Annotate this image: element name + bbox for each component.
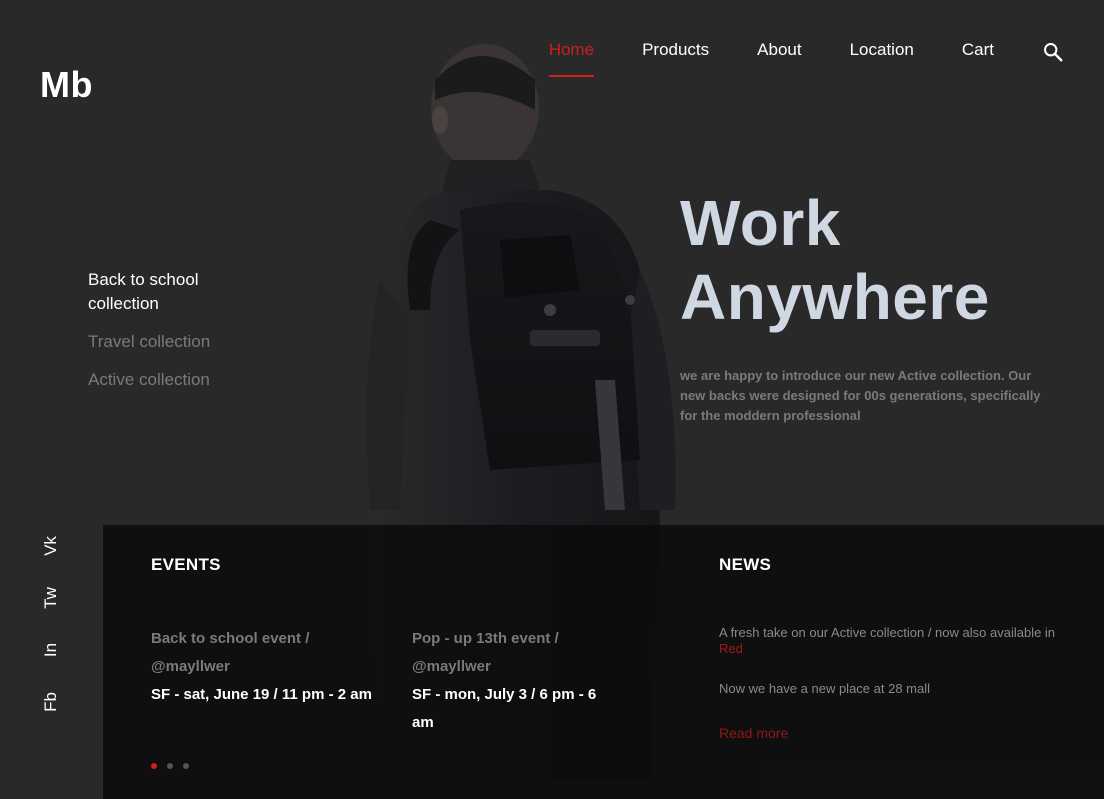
- event-item[interactable]: Back to school event / @mayllwer SF - sa…: [151, 625, 381, 709]
- nav-home[interactable]: Home: [548, 40, 595, 77]
- read-more-link[interactable]: Read more: [719, 725, 788, 741]
- pager-dot-1[interactable]: [151, 763, 157, 769]
- hero-title-line-2: Anywhere: [680, 261, 990, 333]
- events-pager: [151, 763, 189, 769]
- event-time: SF - mon, July 3 / 6 pm - 6 am: [412, 686, 597, 731]
- collection-list: Back to school collection Travel collect…: [88, 268, 248, 406]
- logo[interactable]: Mb: [40, 64, 93, 106]
- search-icon[interactable]: [1042, 41, 1064, 63]
- social-in[interactable]: In: [25, 635, 77, 665]
- news-text: A fresh take on our Active collection / …: [719, 625, 1056, 640]
- collection-item-active[interactable]: Active collection: [88, 368, 248, 392]
- hero-description: we are happy to introduce our new Active…: [680, 368, 1041, 423]
- event-name: Pop - up 13th event / @mayllwer: [412, 630, 559, 675]
- social-vk[interactable]: Vk: [25, 531, 77, 561]
- hero-title-line-1: Work: [680, 187, 841, 259]
- social-links: Vk Tw In Fb: [36, 520, 66, 728]
- pager-dot-3[interactable]: [183, 763, 189, 769]
- news-text: Now we have a new place at 28 mall: [719, 681, 931, 696]
- collection-item-back-to-school[interactable]: Back to school collection: [88, 268, 248, 316]
- news-item[interactable]: Now we have a new place at 28 mall: [719, 681, 1069, 697]
- events-title: EVENTS: [151, 555, 221, 574]
- nav-about[interactable]: About: [757, 40, 801, 77]
- news-title: NEWS: [719, 555, 772, 574]
- hero-title: Work Anywhere: [680, 186, 990, 334]
- event-time: SF - sat, June 19 / 11 pm - 2 am: [151, 686, 372, 703]
- events-news-panel: EVENTS Back to school event / @mayllwer …: [103, 525, 1104, 799]
- social-fb[interactable]: Fb: [25, 687, 77, 717]
- nav-products[interactable]: Products: [642, 40, 709, 77]
- collection-item-travel[interactable]: Travel collection: [88, 330, 248, 354]
- nav-cart[interactable]: Cart: [962, 40, 994, 77]
- event-item[interactable]: Pop - up 13th event / @mayllwer SF - mon…: [412, 625, 612, 737]
- event-name: Back to school event / @mayllwer: [151, 630, 310, 675]
- news-highlight: Red: [719, 641, 743, 656]
- social-tw[interactable]: Tw: [25, 583, 77, 613]
- pager-dot-2[interactable]: [167, 763, 173, 769]
- main-nav: Home Products About Location Cart: [501, 40, 1064, 77]
- nav-location[interactable]: Location: [850, 40, 914, 77]
- page: Mb Home Products About Location Cart Bac…: [0, 0, 1104, 799]
- news-item[interactable]: A fresh take on our Active collection / …: [719, 625, 1069, 657]
